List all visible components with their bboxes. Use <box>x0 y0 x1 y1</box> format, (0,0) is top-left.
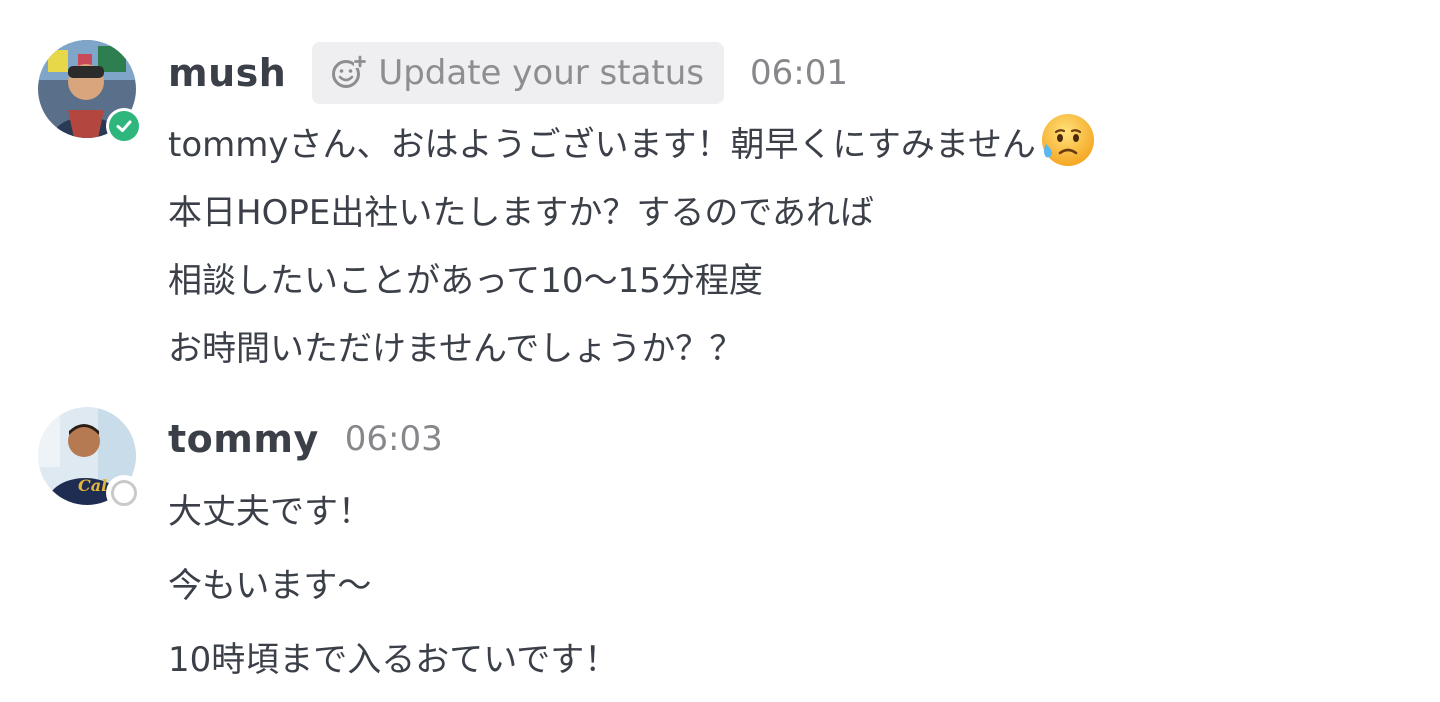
message-timestamp[interactable]: 06:03 <box>345 419 443 459</box>
presence-indicator <box>106 108 142 144</box>
message-body: tommy 06:03 大丈夫です！ 今もいます〜 10時頃まで入るおていです！ <box>168 405 1400 697</box>
message-line-text: tommyさん、おはようございます！朝早くにすみません <box>168 125 1036 165</box>
message-line: tommyさん、おはようございます！朝早くにすみません <box>168 110 1400 179</box>
message-text: tommyさん、おはようございます！朝早くにすみません 本日HOPE出社いたしま… <box>168 110 1400 383</box>
message-line: 今もいます〜 <box>168 566 372 606</box>
update-status-button[interactable]: Update your status <box>312 42 725 104</box>
presence-indicator <box>106 475 142 511</box>
update-status-label: Update your status <box>378 53 705 93</box>
sad-but-relieved-face-icon <box>1036 110 1096 170</box>
svg-text:Cal: Cal <box>78 476 107 495</box>
author-name[interactable]: tommy <box>168 417 319 461</box>
avatar-container[interactable]: Cal <box>38 407 142 511</box>
message-timestamp[interactable]: 06:01 <box>750 53 848 93</box>
message-line: 相談したいことがあって10〜15分程度 <box>168 261 763 301</box>
avatar-container[interactable] <box>38 40 142 144</box>
message-header: mush Update your status 06:01 <box>168 38 1400 108</box>
message-body: mush Update your status 06:01 tommyさん、おは… <box>168 38 1400 383</box>
presence-away-icon <box>111 480 137 506</box>
message-line: 10時頃まで入るおていです！ <box>168 640 619 680</box>
author-name[interactable]: mush <box>168 51 286 95</box>
presence-active-icon <box>109 111 139 141</box>
message-line: お時間いただけませんでしょうか？？ <box>168 329 744 369</box>
message-line: 大丈夫です！ <box>168 492 372 532</box>
smiley-plus-icon <box>330 55 367 91</box>
message-thread: mush Update your status 06:01 tommyさん、おは… <box>0 0 1440 702</box>
message-line: 本日HOPE出社いたしますか？するのであれば <box>168 193 874 233</box>
message-text: 大丈夫です！ 今もいます〜 10時頃まで入るおていです！ <box>168 475 1400 697</box>
message-header: tommy 06:03 <box>168 405 1400 473</box>
